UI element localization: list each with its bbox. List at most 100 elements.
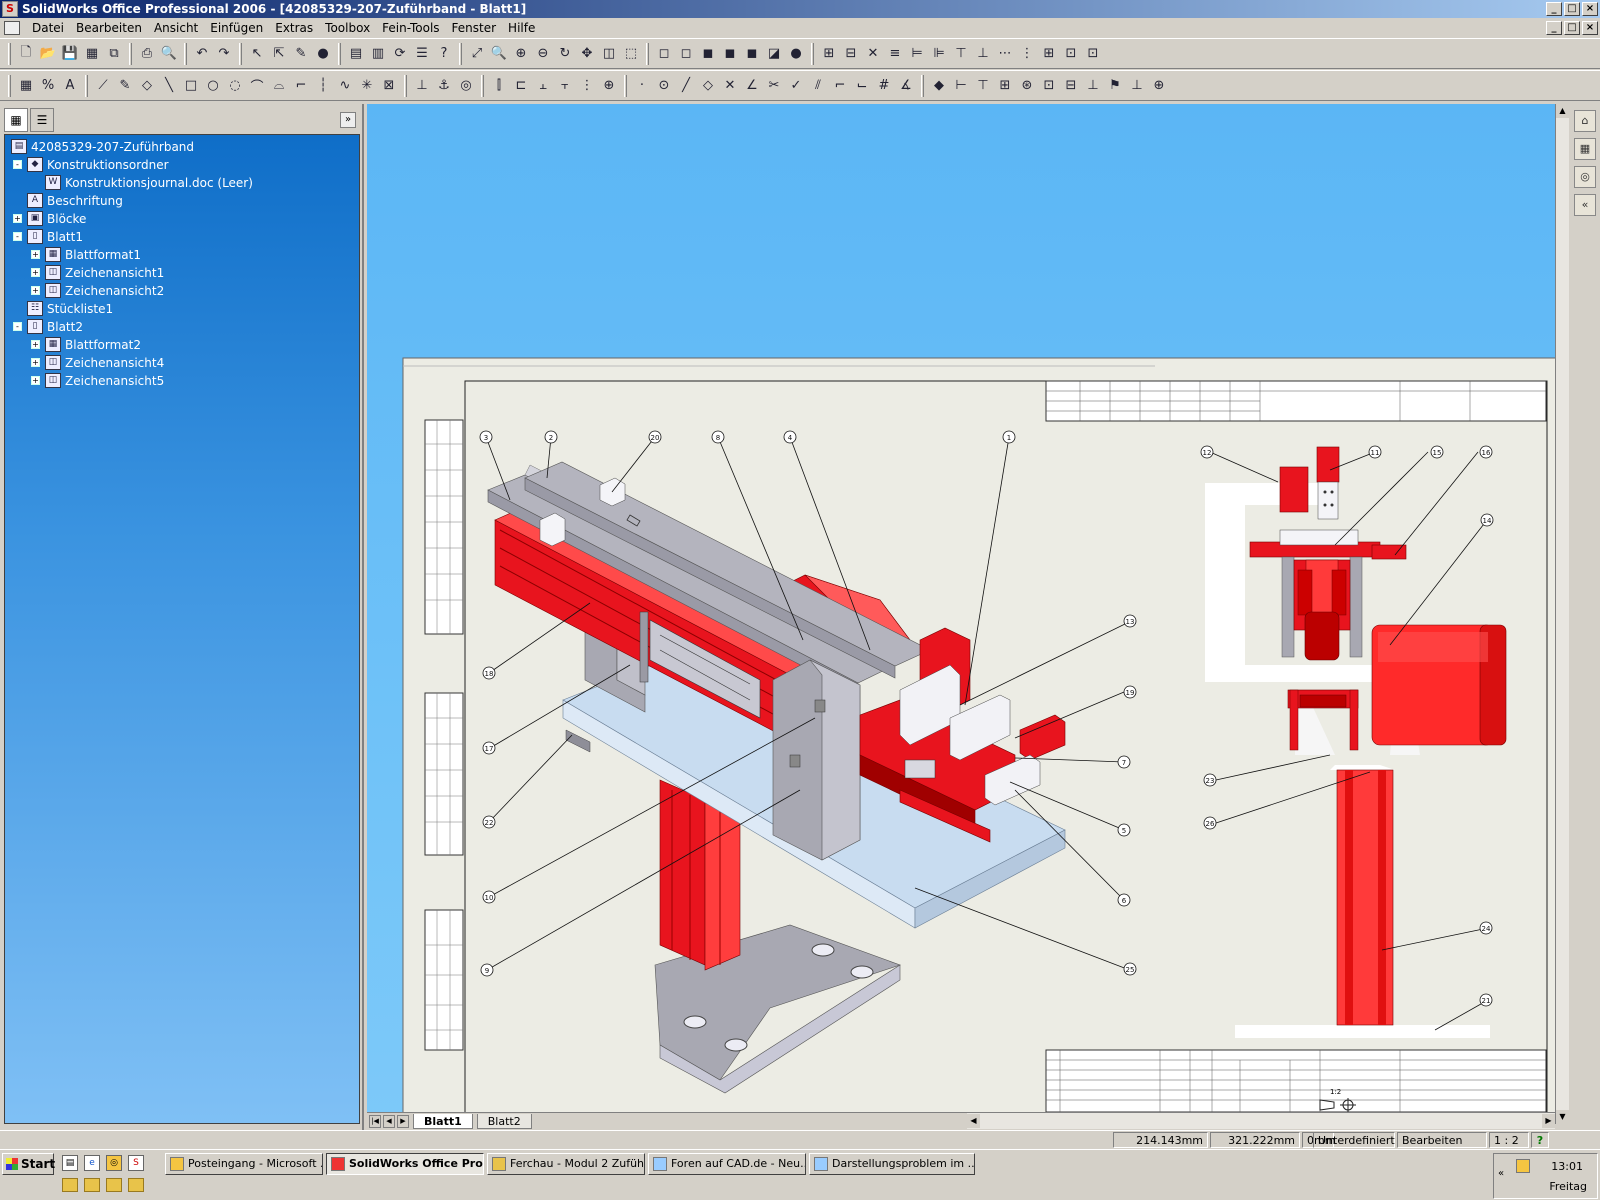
design-library-icon[interactable]: ▦ [1574,138,1596,160]
expand-icon[interactable]: + [31,286,40,295]
collapse-panel-icon[interactable]: » [340,112,356,128]
show-desktop-icon[interactable]: ▤ [62,1155,78,1171]
document-menu-icon[interactable] [4,21,20,35]
print-preview-icon[interactable]: 🔍 [158,43,180,65]
surface-finish-icon[interactable]: ⊡ [1038,75,1060,97]
tree-item[interactable]: + ◫ Zeichenansicht5 [5,372,359,390]
hidden-lines-removed-icon[interactable]: ◼ [697,43,719,65]
three-point-arc-icon[interactable]: ⌓ [268,75,290,97]
geometric-tolerance-icon[interactable]: ⊥ [1082,75,1104,97]
grid-icon[interactable]: ▤ [345,43,367,65]
task-browser-forum[interactable]: Darstellungsproblem im ... [809,1153,975,1175]
folder-icon[interactable] [62,1178,78,1192]
align-bottom-icon[interactable]: ⊥ [972,43,994,65]
tree-item[interactable]: + ◫ Zeichenansicht1 [5,264,359,282]
help-icon[interactable]: ? [1531,1132,1549,1148]
sketch-icon[interactable]: ✎ [290,43,312,65]
tree-item[interactable]: + ▦ Blattformat1 [5,246,359,264]
cut-icon[interactable]: ✂ [763,75,785,97]
tree-item[interactable]: W Konstruktionsjournal.doc (Leer) [5,174,359,192]
file-explorer-icon[interactable]: ◎ [1574,166,1596,188]
menu-ansicht[interactable]: Ansicht [148,21,204,35]
point-icon[interactable]: ✳ [356,75,378,97]
folder-icon[interactable] [128,1178,144,1192]
note-icon[interactable]: ◆ [928,75,950,97]
minimize-button[interactable]: _ [1546,2,1562,16]
expand-icon[interactable]: + [13,214,22,223]
select-icon[interactable]: ↖ [246,43,268,65]
tree-item[interactable]: ☷ Stückliste1 [5,300,359,318]
trim-icon[interactable]: ⫠ [532,75,554,97]
wireframe-icon[interactable]: ◻ [653,43,675,65]
menu-fenster[interactable]: Fenster [446,21,503,35]
zoom-to-fit-icon[interactable]: ⤢ [466,43,488,65]
collapse-icon[interactable]: - [13,160,22,169]
sheet-next-icon[interactable]: ▶ [397,1114,409,1128]
space-evenly-icon[interactable]: ⊞ [1038,43,1060,65]
datum-icon[interactable]: ⚑ [1104,75,1126,97]
vertical-scrollbar[interactable]: ▲ ▼ [1555,104,1569,1124]
menu-bearbeiten[interactable]: Bearbeiten [70,21,148,35]
spline-icon[interactable]: ∿ [334,75,356,97]
corner-2-icon[interactable]: ⌙ [851,75,873,97]
menu-datei[interactable]: Datei [26,21,70,35]
angle-icon[interactable]: ∠ [741,75,763,97]
circle-2-icon[interactable]: ⊙ [653,75,675,97]
menu-hilfe[interactable]: Hilfe [502,21,541,35]
new-document-icon[interactable]: 🗋 [15,43,37,65]
zoom-to-area-icon[interactable]: 🔍 [488,43,510,65]
view-orientation-icon[interactable]: ⬚ [620,43,642,65]
start-button[interactable]: Start [2,1153,55,1175]
polygon-icon[interactable]: ◇ [697,75,719,97]
auto-balloon-icon[interactable]: ⊛ [1016,75,1038,97]
menu-extras[interactable]: Extras [269,21,319,35]
collapse-icon[interactable]: - [13,322,22,331]
display-relations-icon[interactable]: ◎ [455,75,477,97]
line-2-icon[interactable]: ╱ [675,75,697,97]
scroll-right-icon[interactable]: ▶ [1542,1114,1555,1128]
properties-icon[interactable]: ☰ [411,43,433,65]
mirror-icon[interactable]: ⫿ [488,75,510,97]
solidworks-quicklaunch-icon[interactable]: S [128,1155,144,1171]
doc-minimize-button[interactable]: _ [1546,21,1562,35]
zoom-selection-icon[interactable]: ⊖ [532,43,554,65]
task-explorer-folder[interactable]: Ferchau - Modul 2 Zufüh... [487,1153,645,1175]
line-format-icon[interactable]: ≡ [884,43,906,65]
shaded-icon[interactable]: ◼ [741,43,763,65]
circular-pattern-icon[interactable]: ⊕ [598,75,620,97]
relations-icon[interactable]: ⊥ [411,75,433,97]
center-horizontal-icon[interactable]: ⋯ [994,43,1016,65]
check-icon[interactable]: ✓ [785,75,807,97]
expand-tray-icon[interactable]: « [1498,1168,1504,1179]
toolbar-grip[interactable] [8,74,11,97]
dimension-v-icon[interactable]: ⊤ [972,75,994,97]
space-down-icon[interactable]: ⊡ [1082,43,1104,65]
pan-icon[interactable]: ✥ [576,43,598,65]
smart-dimension-icon[interactable]: ⟋ [92,75,114,97]
folder-icon[interactable] [106,1178,122,1192]
hidden-lines-visible-icon[interactable]: ◻ [675,43,697,65]
previous-view-icon[interactable]: ◫ [598,43,620,65]
dimension-h-icon[interactable]: ⊢ [950,75,972,97]
save-icon[interactable]: 💾 [59,43,81,65]
align-left-icon[interactable]: ⊨ [906,43,928,65]
feature-tree-tab-icon[interactable]: ▦ [4,108,28,132]
center-vertical-icon[interactable]: ⋮ [1016,43,1038,65]
property-manager-tab-icon[interactable]: ☰ [30,108,54,132]
scroll-left-icon[interactable]: ◀ [967,1114,980,1128]
outlook-icon[interactable]: ◎ [106,1155,122,1171]
internet-explorer-icon[interactable]: e [84,1155,100,1171]
angle-2-icon[interactable]: ∡ [895,75,917,97]
solidworks-app-icon[interactable] [2,1,18,17]
rectangle-icon[interactable]: □ [180,75,202,97]
sketch-pen-icon[interactable]: ✎ [114,75,136,97]
tree-item[interactable]: + ▣ Blöcke [5,210,359,228]
open-icon[interactable]: 📂 [37,43,59,65]
slot-icon[interactable]: ⫽ [807,75,829,97]
corner-icon[interactable]: ⌐ [829,75,851,97]
restore-button[interactable]: □ [1564,2,1580,16]
home-icon[interactable]: ⌂ [1574,110,1596,132]
expand-icon[interactable]: + [31,376,40,385]
fix-icon[interactable]: ⚓ [433,75,455,97]
scroll-down-icon[interactable]: ▼ [1556,1110,1569,1124]
